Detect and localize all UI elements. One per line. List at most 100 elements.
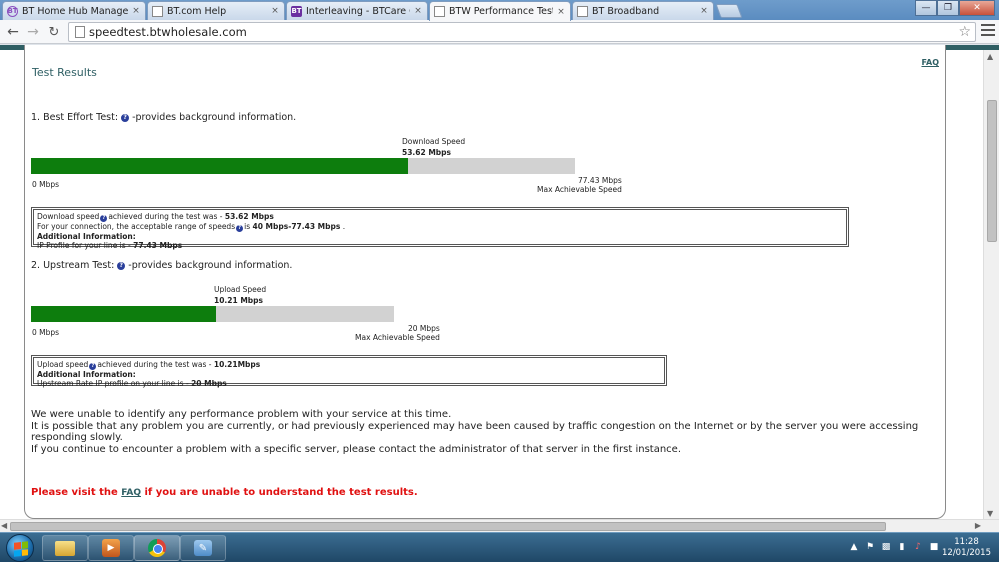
taskbar-media-player[interactable]: ▶ [88, 535, 134, 561]
faq-notice-link[interactable]: FAQ [121, 488, 141, 498]
info-value: 53.62 Mbps [224, 212, 274, 221]
flag-icon[interactable]: ⚑ [865, 542, 875, 552]
help-question-icon[interactable]: ? [121, 113, 130, 122]
menu-hamburger-icon[interactable] [981, 24, 995, 38]
tab-strip: BT BT Home Hub Manager - × BT.com Help ×… [0, 0, 999, 21]
info-line: IP Profile for your line is - 77.43 Mbps [37, 241, 843, 250]
bookmark-star-icon[interactable]: ☆ [958, 24, 971, 40]
restore-icon[interactable]: ❐ [937, 0, 959, 16]
info-text: achieved during the test was - [97, 360, 214, 369]
info-subheading: Additional Information: [37, 232, 136, 241]
upload-info-box: Upload speed? achieved during the test wa… [31, 355, 667, 388]
tab-title: BT Broadband [592, 5, 660, 17]
tab-bt-home-hub[interactable]: BT BT Home Hub Manager - × [2, 1, 146, 20]
chrome-icon [148, 539, 166, 557]
notice-text: Please visit the [31, 487, 122, 498]
info-text: achieved during the test was - [108, 212, 225, 221]
close-tab-icon[interactable]: × [699, 6, 709, 16]
close-tab-icon[interactable]: × [556, 7, 566, 17]
horizontal-scroll-thumb[interactable] [10, 522, 886, 531]
reload-icon[interactable]: ↻ [45, 23, 63, 41]
close-tab-icon[interactable]: × [413, 6, 423, 16]
results-panel: FAQ Test Results 1. Best Effort Test: ? … [24, 45, 946, 519]
scroll-up-icon[interactable]: ▲ [987, 52, 993, 61]
close-tab-icon[interactable]: × [131, 6, 141, 16]
page-icon [577, 5, 588, 17]
system-tray: ▲ ⚑ ▩ ▮ ♪ ■ [849, 542, 939, 552]
action-icon[interactable]: ■ [929, 542, 939, 552]
upload-speed-value: 10.21 Mbps [214, 296, 263, 305]
volume-icon[interactable]: ♪ [913, 542, 923, 552]
url-text: speedtest.btwholesale.com [89, 25, 247, 39]
page-viewport: FAQ Test Results 1. Best Effort Test: ? … [0, 45, 999, 532]
upload-min-label: 0 Mbps [32, 328, 60, 337]
forward-arrow-icon[interactable]: → [24, 23, 42, 41]
info-text: IP Profile for your line is - [37, 241, 134, 250]
result-message: We were unable to identify any performan… [31, 409, 931, 455]
window-controls: — ❐ ✕ [915, 0, 995, 16]
close-tab-icon[interactable]: × [270, 6, 280, 16]
download-min-label: 0 Mbps [32, 180, 60, 189]
info-value: 10.21Mbps [213, 360, 261, 369]
battery-icon[interactable]: ▮ [897, 542, 907, 552]
tab-bt-broadband[interactable]: BT Broadband × [572, 1, 714, 20]
minimize-icon[interactable]: — [915, 0, 937, 16]
tab-title: BT Home Hub Manager - [22, 5, 128, 17]
upload-max-value: 20 Mbps [408, 324, 440, 333]
back-arrow-icon[interactable]: ← [4, 23, 22, 41]
download-speed-bar [31, 158, 575, 174]
scroll-down-icon[interactable]: ▼ [987, 509, 993, 518]
download-speed-value: 53.62 Mbps [402, 148, 451, 157]
taskbar-chrome[interactable] [134, 535, 180, 561]
page-icon [75, 26, 85, 38]
tab-title: Interleaving - BTCare Com [306, 5, 410, 17]
info-value: 40 Mbps-77.43 Mbps [252, 222, 341, 231]
best-effort-heading: 1. Best Effort Test: ? -provides backgro… [31, 112, 296, 123]
info-text: Download speed [37, 212, 100, 221]
notice-text: if you are unable to understand the test… [141, 487, 418, 498]
page-icon [152, 5, 163, 17]
window-close-icon[interactable]: ✕ [959, 0, 995, 16]
scroll-left-icon[interactable]: ◀ [1, 521, 7, 530]
message-line-2: It is possible that any problem you are … [31, 420, 919, 444]
vertical-scroll-thumb[interactable] [987, 100, 997, 242]
taskbar-paint[interactable]: ✎ [180, 535, 226, 561]
help-question-icon[interactable]: ? [236, 225, 244, 232]
help-question-icon[interactable]: ? [89, 363, 97, 370]
upstream-title: 2. Upstream Test: [31, 260, 115, 271]
tab-bt-help[interactable]: BT.com Help × [147, 1, 285, 20]
windows-logo-icon [14, 541, 28, 557]
tab-performance-test[interactable]: BTW Performance Test × [429, 1, 571, 21]
best-effort-title: 1. Best Effort Test: [31, 112, 119, 123]
show-hidden-icons-icon[interactable]: ▲ [849, 542, 859, 552]
taskbar-explorer[interactable] [42, 535, 88, 561]
clock-time: 11:28 [954, 537, 979, 547]
help-question-icon[interactable]: ? [117, 261, 126, 270]
info-line: For your connection, the acceptable rang… [37, 222, 843, 232]
message-line-3: If you continue to encounter a problem w… [31, 443, 681, 455]
info-subheading: Additional Information: [37, 370, 136, 379]
scroll-right-icon[interactable]: ▶ [975, 521, 981, 530]
network-icon[interactable]: ▩ [881, 542, 891, 552]
faq-link[interactable]: FAQ [921, 58, 939, 67]
horizontal-scrollbar[interactable]: ◀ ▶ [0, 519, 999, 532]
bt-circle-icon: BT [7, 5, 18, 17]
help-question-icon[interactable]: ? [100, 215, 108, 222]
tab-title: BT.com Help [167, 5, 227, 17]
info-text: Upstream Rate IP profile on your line is… [37, 379, 192, 388]
taskbar-clock[interactable]: 11:28 12/01/2015 [942, 537, 991, 559]
info-line: Additional Information: [37, 370, 661, 379]
upload-max-label: Max Achievable Speed [355, 333, 440, 342]
address-bar[interactable]: speedtest.btwholesale.com ☆ [68, 22, 976, 42]
windows-taskbar: ▶ ✎ ▲ ⚑ ▩ ▮ ♪ ■ 11:28 12/01/2015 [0, 532, 999, 562]
best-effort-suffix: -provides background information. [132, 112, 297, 123]
start-button[interactable] [6, 534, 34, 562]
tab-interleaving[interactable]: BT Interleaving - BTCare Com × [286, 1, 428, 20]
vertical-scrollbar[interactable]: ▲ ▼ [983, 50, 999, 520]
new-tab-button[interactable] [715, 4, 743, 18]
info-value: 20 Mbps [191, 379, 227, 388]
page-title: Test Results [32, 66, 97, 79]
bt-logo-icon: BT [291, 5, 302, 17]
download-speed-label: Download Speed [402, 137, 466, 146]
info-line: Additional Information: [37, 232, 843, 241]
